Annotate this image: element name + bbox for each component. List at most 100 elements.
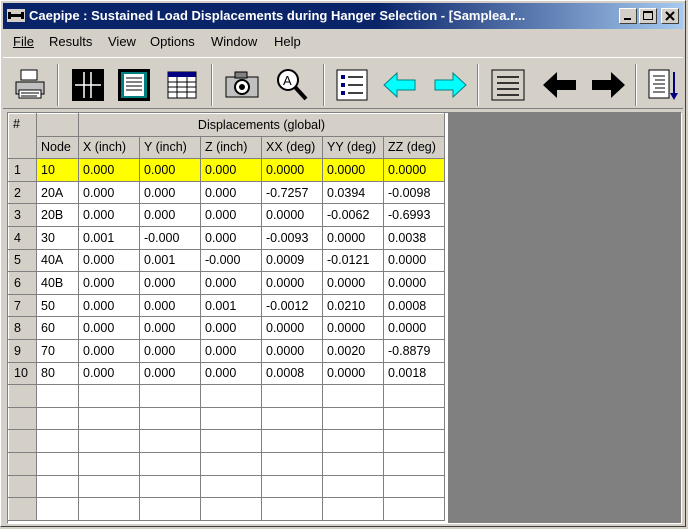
table-cell[interactable]: 40B <box>36 271 79 295</box>
table-cell[interactable]: 0.0000 <box>322 271 384 295</box>
table-cell[interactable] <box>383 429 445 453</box>
table-row[interactable]: 8 60 0.000 0.000 0.000 0.0000 0.0000 0.0000 <box>8 316 445 340</box>
menu-options[interactable]: Options <box>150 34 195 49</box>
table-row[interactable]: 1 10 0.000 0.000 0.000 0.0000 0.0000 0.0000 <box>8 158 445 182</box>
table-cell[interactable] <box>383 384 445 408</box>
table-cell[interactable]: -0.0062 <box>322 203 384 227</box>
table-cell[interactable] <box>36 474 79 499</box>
table-cell[interactable] <box>139 497 201 521</box>
row-number[interactable] <box>8 474 37 499</box>
empty-row[interactable] <box>8 497 445 521</box>
row-number[interactable] <box>8 384 37 408</box>
table-cell[interactable]: 0.0000 <box>322 158 384 182</box>
table-cell[interactable] <box>200 384 262 408</box>
cyan-left-arrow-icon[interactable] <box>381 66 419 104</box>
row-number[interactable]: 4 <box>8 225 37 250</box>
table-cell[interactable]: 0.0008 <box>261 361 323 386</box>
maximize-button[interactable] <box>639 8 657 24</box>
close-button[interactable] <box>661 8 679 24</box>
table-cell[interactable] <box>200 451 262 476</box>
table-cell[interactable] <box>322 497 384 521</box>
row-number[interactable] <box>8 429 37 453</box>
table-cell[interactable] <box>139 474 201 499</box>
column-header[interactable]: Z (inch) <box>200 135 262 160</box>
displacement-table[interactable]: # Displacements (global) Node X (inch) Y (… <box>8 113 445 521</box>
table-cell[interactable] <box>139 451 201 476</box>
list-icon[interactable] <box>333 66 371 104</box>
table-cell[interactable]: 60 <box>36 316 79 340</box>
table-cell[interactable] <box>383 474 445 499</box>
table-cell[interactable]: 0.000 <box>78 316 140 340</box>
table-cell[interactable] <box>36 429 79 453</box>
table-cell[interactable] <box>322 406 384 431</box>
column-header[interactable]: X (inch) <box>78 135 140 160</box>
table-cell[interactable]: 0.000 <box>139 293 201 318</box>
table-cell[interactable]: 0.0000 <box>322 225 384 250</box>
table-cell[interactable]: 0.0000 <box>383 271 445 295</box>
table-cell[interactable]: 0.000 <box>78 361 140 386</box>
table-cell[interactable] <box>383 497 445 521</box>
row-number[interactable]: 2 <box>8 180 37 205</box>
row-number[interactable]: 7 <box>8 293 37 318</box>
table-cell[interactable] <box>383 451 445 476</box>
table-cell[interactable]: 0.000 <box>78 293 140 318</box>
grid-view-icon[interactable] <box>69 66 107 104</box>
table-cell[interactable]: 0.0000 <box>261 158 323 182</box>
table-cell[interactable]: 0.0394 <box>322 180 384 205</box>
column-header[interactable]: Y (inch) <box>139 135 201 160</box>
table-cell[interactable]: 0.000 <box>200 338 262 363</box>
table-cell[interactable] <box>261 406 323 431</box>
column-header[interactable]: YY (deg) <box>322 135 384 160</box>
empty-row[interactable] <box>8 406 445 431</box>
table-cell[interactable] <box>200 497 262 521</box>
table-cell[interactable]: 70 <box>36 338 79 363</box>
table-cell[interactable] <box>322 384 384 408</box>
table-cell[interactable]: 0.000 <box>78 203 140 227</box>
row-number[interactable] <box>8 406 37 431</box>
table-cell[interactable] <box>261 429 323 453</box>
table-row[interactable]: 10 80 0.000 0.000 0.000 0.0008 0.0000 0.0018 <box>8 361 445 386</box>
document-scroll-icon[interactable] <box>645 66 679 104</box>
column-header[interactable]: Node <box>36 135 79 160</box>
table-cell[interactable]: 0.000 <box>139 158 201 182</box>
table-cell[interactable]: 0.000 <box>200 225 262 250</box>
black-left-arrow-icon[interactable] <box>541 66 579 104</box>
table-row[interactable]: 2 20A 0.000 0.000 0.000 -0.7257 0.0394 -0.0098 <box>8 180 445 205</box>
table-cell[interactable]: 0.0000 <box>383 316 445 340</box>
menu-view[interactable]: View <box>108 34 136 49</box>
camera-icon[interactable] <box>223 66 261 104</box>
table-cell[interactable]: 0.0210 <box>322 293 384 318</box>
table-cell[interactable] <box>139 429 201 453</box>
table-cell[interactable]: -0.000 <box>139 225 201 250</box>
table-cell[interactable]: 0.000 <box>200 316 262 340</box>
table-cell[interactable]: 0.0000 <box>322 316 384 340</box>
table-cell[interactable]: 0.000 <box>200 271 262 295</box>
table-cell[interactable] <box>383 406 445 431</box>
table-cell[interactable]: -0.6993 <box>383 203 445 227</box>
table-cell[interactable]: 0.0000 <box>322 361 384 386</box>
table-row[interactable]: 5 40A 0.000 0.001 -0.000 0.0009 -0.0121 0.0000 <box>8 248 445 273</box>
empty-row[interactable] <box>8 474 445 499</box>
table-cell[interactable]: 0.000 <box>78 248 140 273</box>
menu-help[interactable]: Help <box>274 34 301 49</box>
table-cell[interactable] <box>36 451 79 476</box>
row-number[interactable]: 9 <box>8 338 37 363</box>
row-number[interactable]: 3 <box>8 203 37 227</box>
table-cell[interactable]: 0.000 <box>78 180 140 205</box>
table-cell[interactable] <box>78 406 140 431</box>
table-cell[interactable]: -0.0121 <box>322 248 384 273</box>
minimize-button[interactable] <box>619 8 637 24</box>
table-row[interactable]: 9 70 0.000 0.000 0.000 0.0000 0.0020 -0.8879 <box>8 338 445 363</box>
table-cell[interactable]: 0.000 <box>139 361 201 386</box>
table-cell[interactable]: 0.000 <box>139 180 201 205</box>
table-cell[interactable]: 0.001 <box>139 248 201 273</box>
table-cell[interactable]: 0.000 <box>78 158 140 182</box>
row-number[interactable] <box>8 497 37 521</box>
table-cell[interactable] <box>322 474 384 499</box>
table-cell[interactable] <box>78 429 140 453</box>
column-header[interactable]: XX (deg) <box>261 135 323 160</box>
table-cell[interactable]: 30 <box>36 225 79 250</box>
table-cell[interactable]: -0.7257 <box>261 180 323 205</box>
empty-row[interactable] <box>8 451 445 476</box>
table-cell[interactable]: 0.000 <box>139 338 201 363</box>
